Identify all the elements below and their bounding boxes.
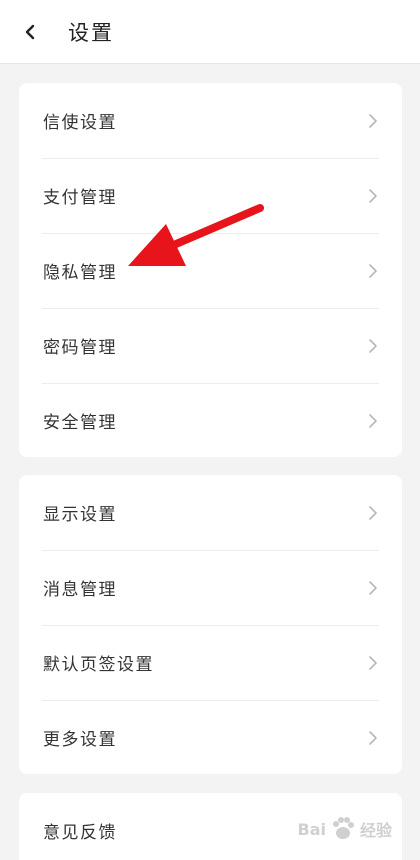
settings-group-1: 信使设置 支付管理 隐私管理 密码管理 安全管理 [19,83,402,457]
settings-item-label: 显示设置 [43,505,117,525]
settings-item-payment[interactable]: 支付管理 [19,158,402,233]
settings-item-messages[interactable]: 消息管理 [19,550,402,625]
page-title: 设置 [68,20,114,45]
chevron-right-icon [369,113,377,128]
chevron-right-icon [369,188,377,203]
settings-item-display[interactable]: 显示设置 [19,475,402,550]
back-button[interactable] [0,0,60,64]
top-bar: 设置 [0,0,420,64]
settings-item-messenger[interactable]: 信使设置 [19,83,402,158]
chevron-right-icon [369,505,377,520]
chevron-right-icon [369,580,377,595]
settings-item-more[interactable]: 更多设置 [19,700,402,774]
settings-item-label: 安全管理 [43,413,117,433]
chevron-right-icon [369,263,377,278]
settings-item-default-tab[interactable]: 默认页签设置 [19,625,402,700]
chevron-right-icon [369,730,377,745]
paw-icon [332,817,354,839]
watermark-text-left: Bai [297,819,326,839]
chevron-left-icon [25,24,35,39]
settings-item-label: 意见反馈 [43,823,117,843]
settings-item-label: 信使设置 [43,113,117,133]
settings-group-2: 显示设置 消息管理 默认页签设置 更多设置 [19,475,402,774]
settings-item-password[interactable]: 密码管理 [19,308,402,383]
chevron-right-icon [369,413,377,428]
settings-item-label: 隐私管理 [43,263,117,283]
watermark-text-right: 经验 [359,821,392,840]
settings-item-label: 消息管理 [43,580,117,600]
settings-item-label: 密码管理 [43,338,117,358]
settings-item-security[interactable]: 安全管理 [19,383,402,457]
chevron-right-icon [369,338,377,353]
settings-item-label: 默认页签设置 [43,655,154,675]
settings-item-label: 更多设置 [43,730,117,750]
settings-item-privacy[interactable]: 隐私管理 [19,233,402,308]
watermark: Bai 经验 [297,814,392,844]
chevron-right-icon [369,655,377,670]
settings-item-label: 支付管理 [43,188,117,208]
